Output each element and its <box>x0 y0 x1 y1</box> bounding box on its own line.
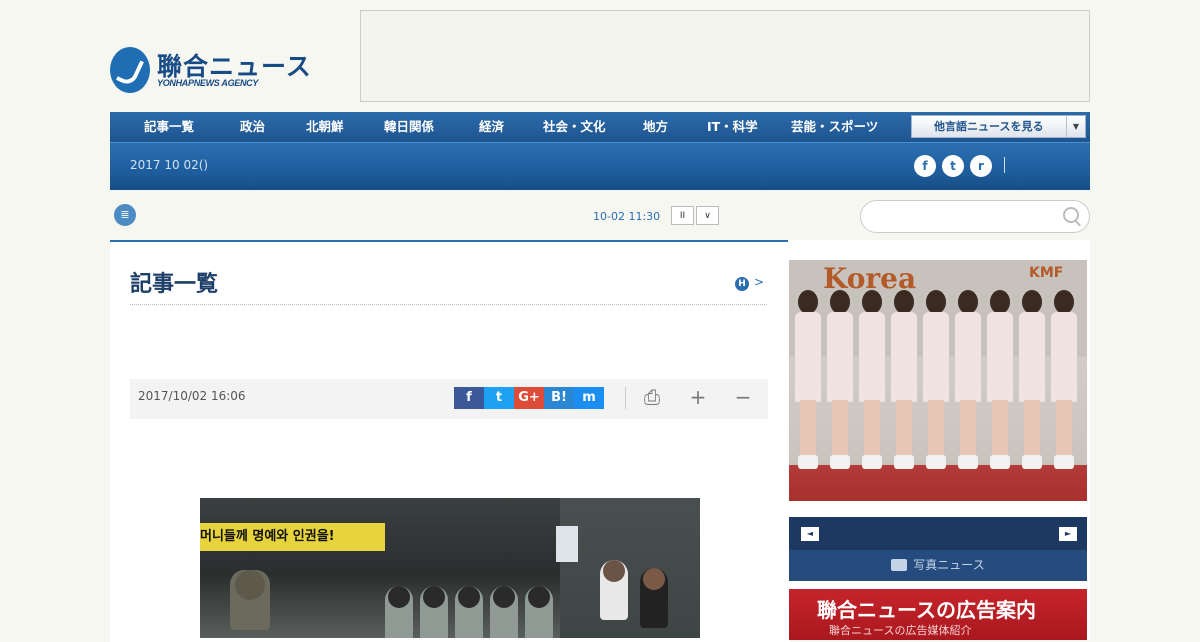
share-hatena-button[interactable]: B! <box>544 387 574 409</box>
more-link[interactable]: > <box>754 275 764 289</box>
photo-statue <box>385 586 413 638</box>
photo-statue <box>420 586 448 638</box>
twitter-icon[interactable]: t <box>942 155 964 177</box>
nav-item-article-list[interactable]: 記事一覧 <box>144 112 194 142</box>
photo-building <box>560 498 700 638</box>
main-content: 記事一覧 H > 2017/10/02 16:06 f t G+ B! m ⎙ … <box>110 240 790 642</box>
photo-figure <box>987 290 1013 472</box>
print-icon[interactable]: ⎙ <box>640 385 664 409</box>
photo-figure <box>891 290 917 472</box>
right-column: Korea KMF ◄ ► 写真ニュース 聯合ニュースの広告案内 聯合ニュースの… <box>788 240 1090 640</box>
photo-figure <box>923 290 949 472</box>
article-date: 2017/10/02 16:06 <box>138 389 246 403</box>
logo-mark-icon <box>110 47 150 93</box>
article-toolbar: 2017/10/02 16:06 f t G+ B! m ⎙ + − <box>130 379 768 419</box>
photo-statue <box>455 586 483 638</box>
nav-divider <box>1004 157 1005 173</box>
photo-statue <box>490 586 518 638</box>
rss-icon[interactable]: r <box>970 155 992 177</box>
photo-figure <box>795 290 821 472</box>
share-facebook-button[interactable]: f <box>454 387 484 409</box>
camera-icon <box>891 559 908 571</box>
share-googleplus-button[interactable]: G+ <box>514 387 544 409</box>
site-logo[interactable]: 聯合ニュース YONHAPNEWS AGENCY <box>110 45 311 95</box>
font-smaller-icon[interactable]: − <box>731 385 755 409</box>
home-badge-icon[interactable]: H <box>735 277 749 291</box>
chevron-down-icon: ▼ <box>1066 116 1085 137</box>
nav-item-regional[interactable]: 地方 <box>643 112 668 142</box>
top-ad-slot <box>360 10 1090 102</box>
font-larger-icon[interactable]: + <box>686 385 710 409</box>
photo-figure <box>955 290 981 472</box>
ticker-pause-button[interactable]: II <box>671 206 694 225</box>
title-divider <box>130 304 767 305</box>
current-date: 2017 10 02() <box>130 158 209 172</box>
photo-figure <box>859 290 885 472</box>
nav-item-entertainment-sports[interactable]: 芸能・スポーツ <box>791 112 878 142</box>
ticker-time: 10-02 11:30 <box>593 210 661 223</box>
search-input[interactable] <box>860 200 1090 233</box>
feature-backdrop-logo: KMF <box>1029 265 1064 281</box>
logo-subtext: YONHAPNEWS AGENCY <box>157 78 259 88</box>
ad-info-banner[interactable]: 聯合ニュースの広告案内 聯合ニュースの広告媒体紹介 <box>789 589 1087 640</box>
next-photo-button[interactable]: ► <box>1059 527 1077 541</box>
photo-figure <box>827 290 853 472</box>
ad-banner-title: 聯合ニュースの広告案内 <box>817 598 1036 622</box>
ad-banner-subtitle: 聯合ニュースの広告媒体紹介 <box>829 624 972 637</box>
share-twitter-button[interactable]: t <box>484 387 514 409</box>
nav-item-society-culture[interactable]: 社会・文化 <box>543 112 606 142</box>
share-messenger-button[interactable]: m <box>574 387 604 409</box>
photo-figure <box>1051 290 1077 472</box>
page-title: 記事一覧 <box>130 272 219 297</box>
nav-menu-bar: 記事一覧 政治 北朝鮮 韓日関係 経済 社会・文化 地方 IT・科学 芸能・スポ… <box>110 112 1090 143</box>
list-icon[interactable]: ≣ <box>114 204 136 226</box>
photo-person <box>600 560 628 620</box>
photo-banner-text: 머니들께 명예와 인권을! <box>200 523 385 551</box>
photo-news-link[interactable]: 写真ニュース <box>789 550 1087 581</box>
ticker-next-button[interactable]: ∨ <box>696 206 719 225</box>
facebook-icon[interactable]: f <box>914 155 936 177</box>
photo-news-label: 写真ニュース <box>913 558 985 572</box>
toolbar-divider <box>625 387 626 409</box>
nav-item-korea-japan[interactable]: 韓日関係 <box>384 112 434 142</box>
nav-item-it-science[interactable]: IT・科学 <box>707 112 758 142</box>
nav-item-north-korea[interactable]: 北朝鮮 <box>306 112 344 142</box>
language-select-label: 他言語ニュースを見る <box>934 120 1044 133</box>
article-photo: 머니들께 명예와 인권을! <box>200 498 700 638</box>
photo-figure <box>1019 290 1045 472</box>
main-nav: 記事一覧 政治 北朝鮮 韓日関係 経済 社会・文化 地方 IT・科学 芸能・スポ… <box>110 112 1090 190</box>
prev-photo-button[interactable]: ◄ <box>801 527 819 541</box>
photo-news-image[interactable]: Korea KMF <box>789 260 1087 501</box>
language-select[interactable]: 他言語ニュースを見る ▼ <box>911 115 1086 138</box>
photo-news-nav: ◄ ► 写真ニュース <box>789 517 1087 581</box>
photo-statue <box>230 570 270 630</box>
photo-person <box>640 568 668 628</box>
nav-item-politics[interactable]: 政治 <box>240 112 265 142</box>
photo-statue <box>525 586 553 638</box>
nav-item-economy[interactable]: 経済 <box>479 112 504 142</box>
photo-sign <box>556 526 578 562</box>
search-icon[interactable] <box>1063 207 1079 223</box>
